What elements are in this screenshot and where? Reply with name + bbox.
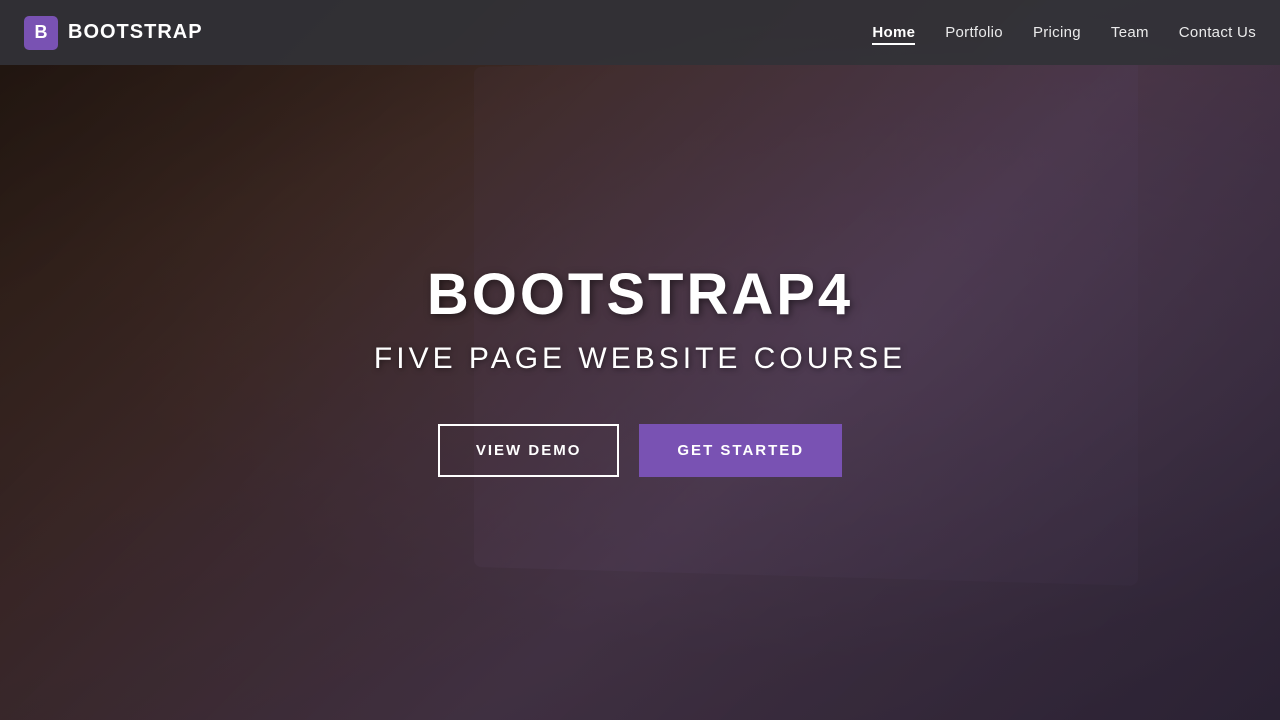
navbar: B BOOTSTRAP Home Portfolio Pricing Team … <box>0 0 1280 65</box>
nav-item-home[interactable]: Home <box>872 24 915 42</box>
hero-subtitle: FIVE PAGE WEBSITE COURSE <box>374 342 906 376</box>
nav-link-team[interactable]: Team <box>1111 24 1149 41</box>
nav-item-contact[interactable]: Contact Us <box>1179 24 1256 42</box>
brand-name: BOOTSTRAP <box>68 21 203 44</box>
nav-item-portfolio[interactable]: Portfolio <box>945 24 1003 42</box>
nav-item-pricing[interactable]: Pricing <box>1033 24 1081 42</box>
view-demo-button[interactable]: VIEW DEMO <box>438 424 620 477</box>
get-started-button[interactable]: GET STARTED <box>639 424 842 477</box>
hero-content: BOOTSTRAP4 FIVE PAGE WEBSITE COURSE VIEW… <box>374 263 906 478</box>
nav-link-pricing[interactable]: Pricing <box>1033 24 1081 41</box>
nav-link-home[interactable]: Home <box>872 24 915 45</box>
nav-link-portfolio[interactable]: Portfolio <box>945 24 1003 41</box>
nav-link-contact[interactable]: Contact Us <box>1179 24 1256 41</box>
hero-title: BOOTSTRAP4 <box>374 263 906 327</box>
nav-item-team[interactable]: Team <box>1111 24 1149 42</box>
brand-icon: B <box>24 16 58 50</box>
nav-links: Home Portfolio Pricing Team Contact Us <box>872 24 1256 42</box>
hero-section: BOOTSTRAP4 FIVE PAGE WEBSITE COURSE VIEW… <box>0 0 1280 720</box>
hero-buttons: VIEW DEMO GET STARTED <box>374 424 906 477</box>
brand-logo[interactable]: B BOOTSTRAP <box>24 16 203 50</box>
